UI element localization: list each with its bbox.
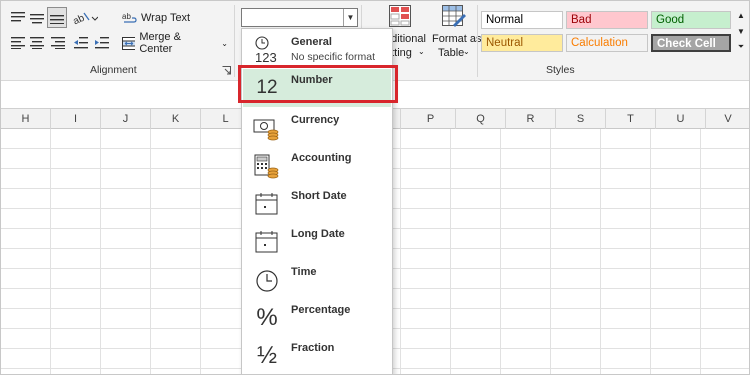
fraction-icon: ½: [253, 341, 281, 371]
styles-scroll-up-button[interactable]: ▲: [735, 9, 747, 21]
align-bottom-icon: [50, 14, 64, 24]
chevron-down-icon: ⌄: [418, 47, 425, 56]
number-format-dropdown-button[interactable]: ▼: [343, 9, 357, 26]
alignment-dialog-launcher[interactable]: [221, 65, 231, 75]
align-top-icon: [11, 12, 25, 22]
menu-item-label: Long Date: [291, 228, 345, 240]
menu-item-general[interactable]: 123 General No specific format: [243, 31, 391, 69]
dialog-launcher-icon: [222, 65, 231, 74]
format-as-table-label-1: Format as: [432, 33, 482, 45]
alignment-group-label: Alignment: [90, 64, 137, 76]
style-check-cell[interactable]: Check Cell: [651, 34, 731, 52]
column-header[interactable]: K: [151, 109, 201, 129]
number-format-combobox[interactable]: ▼: [241, 8, 358, 27]
menu-item-label: Fraction: [291, 342, 335, 354]
wrap-text-label: Wrap Text: [141, 12, 191, 24]
column-header[interactable]: H: [1, 109, 51, 129]
menu-item-label: Time: [291, 266, 317, 278]
align-center-button[interactable]: [28, 35, 46, 51]
accounting-icon: [253, 151, 281, 181]
more-icon: ⏷: [737, 42, 745, 51]
menu-item-currency[interactable]: Currency: [243, 109, 391, 147]
column-header[interactable]: J: [101, 109, 151, 129]
align-right-button[interactable]: [49, 35, 67, 51]
menu-item-label: General: [291, 36, 332, 48]
style-neutral[interactable]: Neutral: [481, 34, 563, 52]
menu-item-fraction[interactable]: ½ Fraction: [243, 337, 391, 374]
fraction-glyph: ½: [256, 342, 277, 369]
column-header[interactable]: V: [706, 109, 749, 129]
merge-center-label: Merge & Center: [139, 31, 181, 55]
orientation-icon: ab: [72, 13, 98, 25]
style-bad[interactable]: Bad: [566, 11, 648, 29]
chevron-down-icon: ▼: [737, 26, 745, 36]
decrease-indent-button[interactable]: [72, 35, 90, 51]
format-as-table-button[interactable]: Format as Table ⌄: [431, 5, 482, 61]
column-header[interactable]: T: [606, 109, 656, 129]
align-center-icon: [30, 37, 44, 49]
orientation-button[interactable]: ab: [71, 9, 99, 27]
calendar-icon: [253, 227, 281, 257]
percent-glyph: %: [256, 304, 278, 331]
column-header[interactable]: S: [556, 109, 606, 129]
increase-indent-button[interactable]: [93, 35, 111, 51]
chevron-down-icon: ⌄: [221, 38, 228, 48]
format-as-table-icon: [442, 5, 466, 27]
excel-window: ab ab Wrap Text Merge & Center ⌄ Alignme…: [0, 0, 750, 375]
column-header[interactable]: R: [506, 109, 556, 129]
column-header[interactable]: I: [51, 109, 101, 129]
percent-icon: %: [253, 303, 281, 333]
align-bottom-button[interactable]: [47, 7, 67, 28]
styles-group-label: Styles: [546, 64, 575, 76]
menu-item-percentage[interactable]: % Percentage: [243, 299, 391, 337]
align-top-button[interactable]: [9, 9, 27, 27]
currency-icon: [253, 113, 281, 143]
chevron-down-icon: ▼: [346, 13, 355, 22]
styles-more-button[interactable]: ⏷: [735, 41, 747, 53]
column-header[interactable]: U: [656, 109, 706, 129]
menu-item-accounting[interactable]: Accounting: [243, 147, 391, 185]
styles-scroll-down-button[interactable]: ▼: [735, 25, 747, 37]
align-right-icon: [51, 37, 65, 49]
align-middle-button[interactable]: [28, 9, 46, 27]
column-header[interactable]: P: [406, 109, 456, 129]
format-as-table-label-2: Table: [438, 47, 465, 59]
decrease-indent-icon: [74, 37, 88, 49]
merge-center-button[interactable]: Merge & Center ⌄: [122, 31, 228, 55]
menu-item-time[interactable]: Time: [243, 261, 391, 299]
align-middle-icon: [30, 14, 44, 24]
style-good[interactable]: Good: [651, 11, 731, 29]
general-glyph: 123: [255, 50, 277, 65]
style-normal[interactable]: Normal: [481, 11, 563, 29]
merge-center-icon: [122, 36, 136, 50]
menu-item-label: Accounting: [291, 152, 352, 164]
group-separator: [234, 5, 235, 77]
selection-highlight-box: [238, 65, 398, 103]
wrap-text-icon: ab: [122, 12, 137, 23]
menu-item-sublabel: No specific format: [291, 51, 376, 63]
group-separator: [477, 5, 478, 77]
menu-item-short-date[interactable]: Short Date: [243, 185, 391, 223]
chevron-down-icon: ⌄: [463, 47, 470, 56]
align-left-icon: [11, 37, 25, 49]
chevron-up-icon: ▲: [737, 10, 745, 20]
align-left-button[interactable]: [9, 35, 27, 51]
style-calculation[interactable]: Calculation: [566, 34, 648, 52]
menu-item-label: Short Date: [291, 190, 347, 202]
general-123-icon: 123: [253, 35, 281, 65]
wrap-text-button[interactable]: ab Wrap Text: [122, 9, 202, 27]
conditional-formatting-icon: [389, 5, 411, 27]
calendar-icon: [253, 189, 281, 219]
menu-item-label: Percentage: [291, 304, 351, 316]
increase-indent-icon: [95, 37, 109, 49]
clock-icon: [253, 265, 281, 295]
menu-item-label: Currency: [291, 114, 340, 126]
menu-item-long-date[interactable]: Long Date: [243, 223, 391, 261]
column-header[interactable]: Q: [456, 109, 506, 129]
svg-text:ab: ab: [122, 12, 131, 21]
